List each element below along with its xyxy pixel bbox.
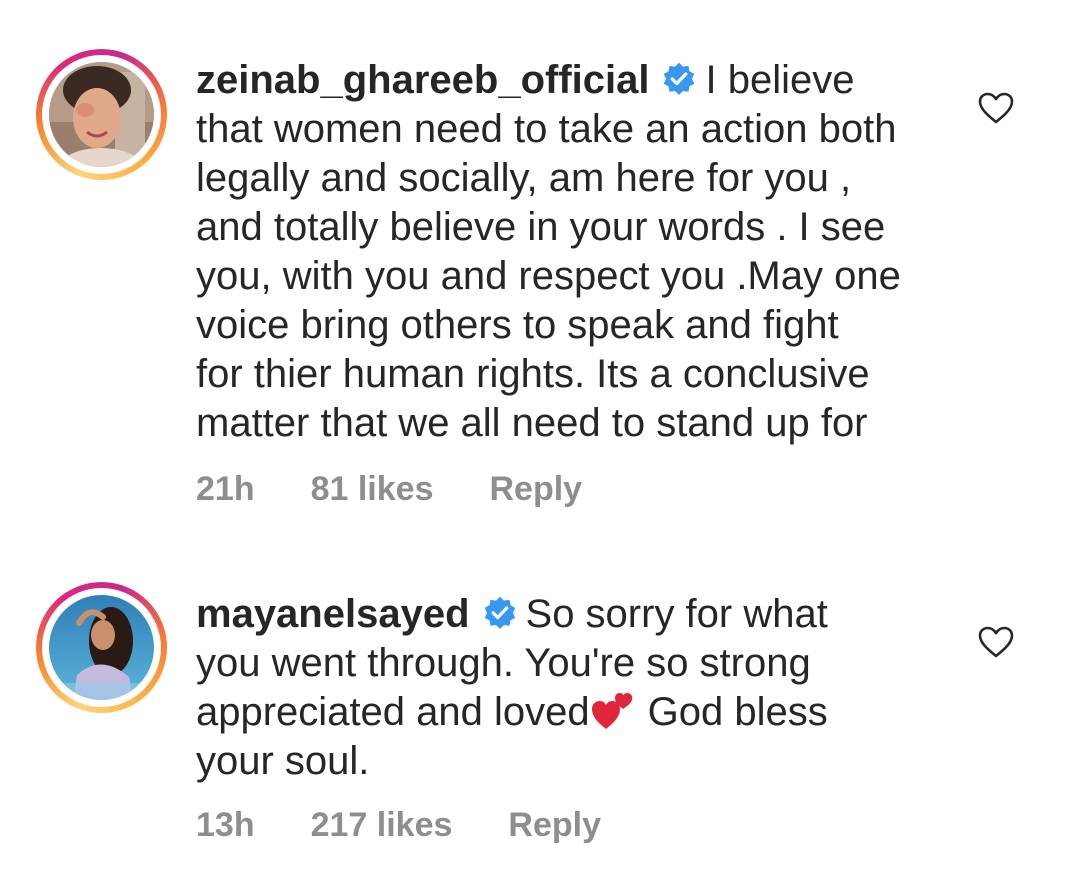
comment-line: your soul. <box>196 739 370 783</box>
two-hearts-emoji <box>590 691 636 731</box>
comment-line: God bless <box>647 690 828 734</box>
heart-outline-icon <box>978 626 1014 658</box>
username[interactable]: mayanelsayed <box>196 592 470 636</box>
comment-meta: 13h 217 likes Reply <box>196 806 657 845</box>
verified-badge-icon <box>482 594 518 630</box>
comment-line: appreciated and loved <box>196 690 590 734</box>
like-button[interactable] <box>978 626 1014 658</box>
comment-time: 13h <box>196 806 255 844</box>
reply-button[interactable]: Reply <box>508 806 601 844</box>
comment-line: So sorry for what <box>525 592 828 636</box>
likes-count[interactable]: 217 likes <box>311 806 453 844</box>
comment-text: mayanelsayed So sorry for what you went t… <box>196 590 956 786</box>
avatar <box>49 595 154 700</box>
comment: mayanelsayed So sorry for what you went t… <box>0 0 1080 886</box>
avatar-story-ring[interactable] <box>36 582 167 713</box>
comment-line: you went through. You're so strong <box>196 641 811 685</box>
